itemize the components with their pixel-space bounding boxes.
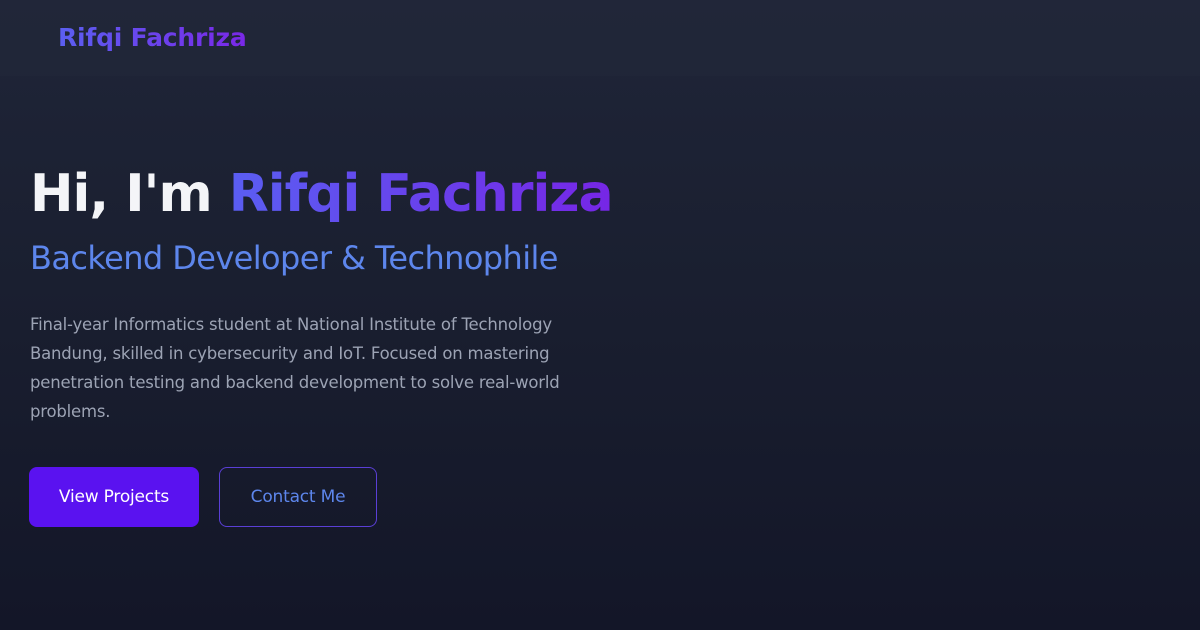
navbar: Rifqi Fachriza [0,0,1200,76]
brand-logo-link[interactable]: Rifqi Fachriza [58,22,247,54]
greeting-text: Hi, I'm [30,164,229,224]
hero-section: Hi, I'm Rifqi Fachriza Backend Developer… [30,160,650,426]
view-projects-button[interactable]: View Projects [29,467,199,527]
hero-description: Final-year Informatics student at Nation… [30,315,560,421]
hero-name: Rifqi Fachriza [228,164,614,224]
hero-actions: View Projects Contact Me [29,467,377,527]
hero-headline: Hi, I'm Rifqi Fachriza [30,160,650,228]
hero-subtitle: Backend Developer & Technophile [30,239,558,277]
contact-me-button[interactable]: Contact Me [219,467,377,527]
